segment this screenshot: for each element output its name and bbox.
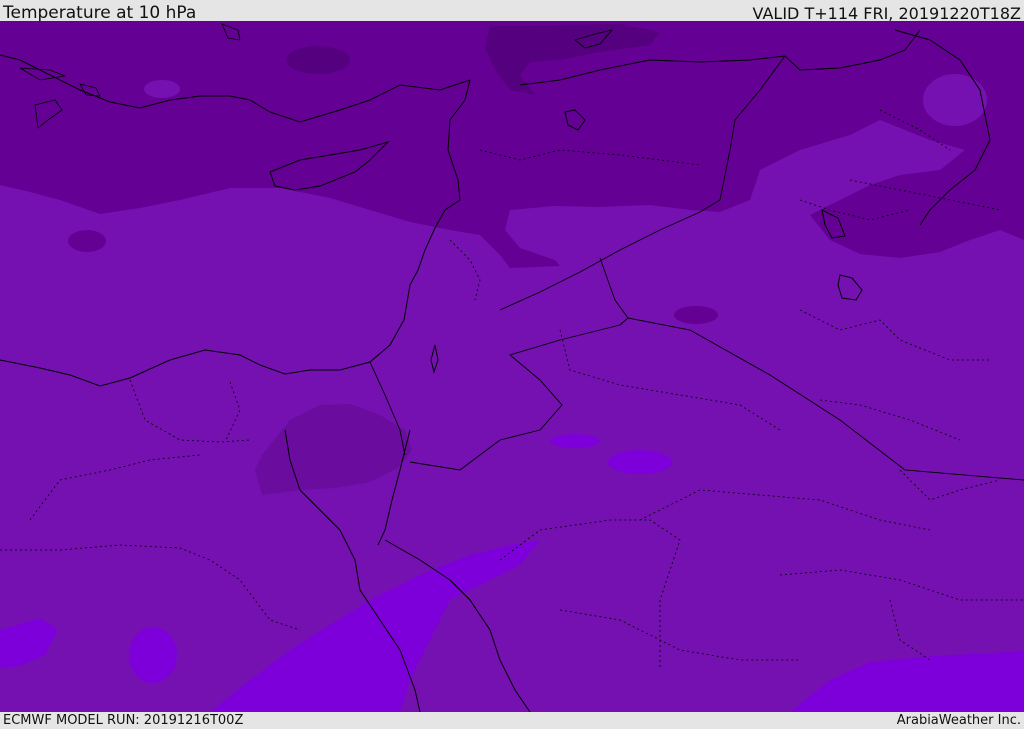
temp-band-warm-libya [129,627,177,683]
temp-band-warm-arabia1 [550,434,600,448]
temp-band-coldest-aegean [286,46,350,74]
model-run-label: ECMWF MODEL RUN: 20191216T00Z [3,713,244,728]
credit-label: ArabiaWeather Inc. [896,713,1021,728]
temp-band-mid-patch-caspian [923,74,987,126]
temp-band-coldest-med [68,230,106,252]
temp-band-mid-patch-greece [144,80,180,98]
header-bar: Temperature at 10 hPa VALID T+114 FRI, 2… [0,0,1024,23]
temp-band-coldest-iraq [674,306,718,324]
temp-band-warm-arabia2 [608,450,672,474]
weather-map[interactable] [0,21,1024,712]
footer-bar: ECMWF MODEL RUN: 20191216T00Z ArabiaWeat… [0,712,1024,729]
